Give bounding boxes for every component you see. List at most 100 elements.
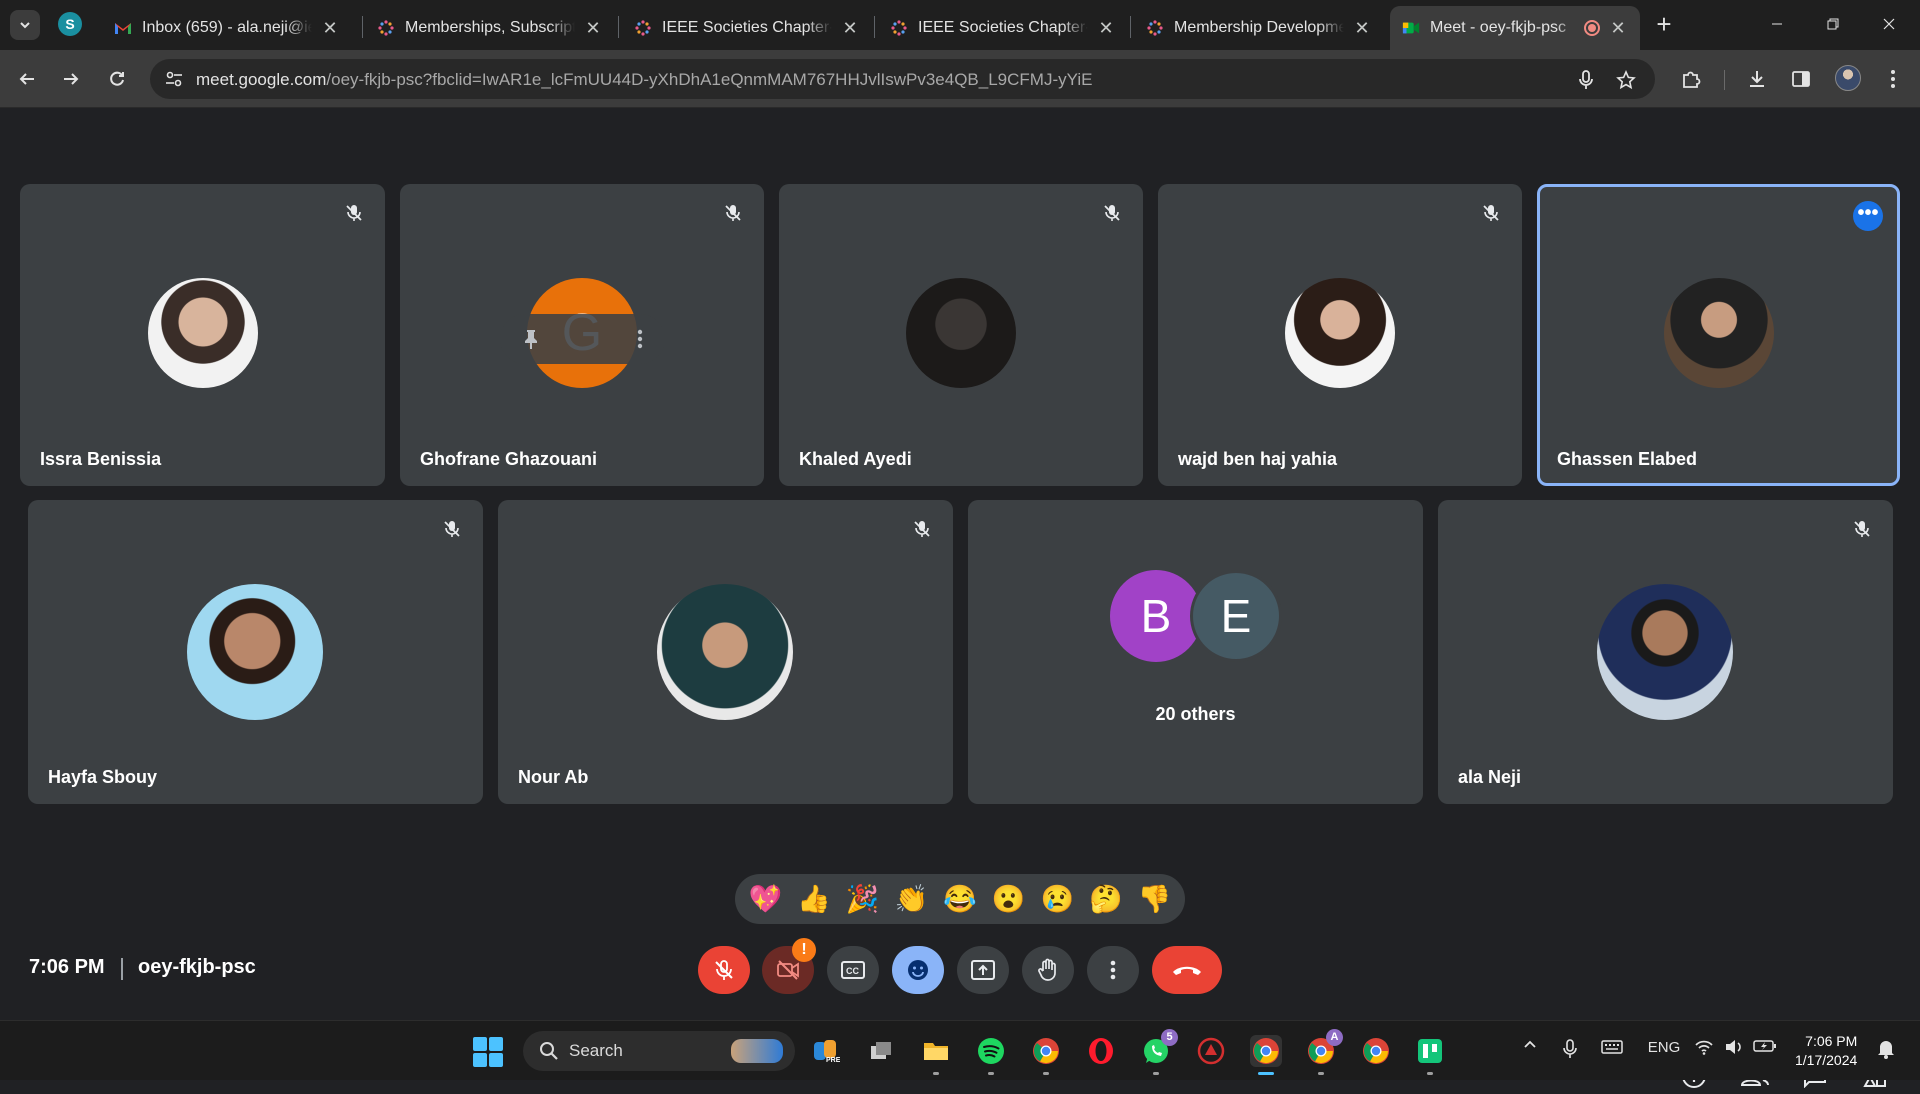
notification-bell-icon[interactable]	[1874, 1039, 1898, 1059]
mic-off-icon	[1476, 198, 1506, 228]
extensions-button[interactable]	[1676, 64, 1706, 94]
keyboard-tray-icon[interactable]	[1600, 1039, 1624, 1055]
info-divider	[121, 958, 123, 980]
camera-toggle-button[interactable]: !	[762, 938, 816, 994]
download-icon	[1750, 71, 1764, 87]
participant-tile[interactable]: ala Neji	[1438, 500, 1893, 804]
system-clock[interactable]: 7:06 PM 1/17/2024	[1795, 1032, 1857, 1070]
close-window-button[interactable]	[1869, 8, 1909, 40]
input-language[interactable]: ENG	[1644, 1039, 1684, 1056]
spotify-icon[interactable]	[975, 1035, 1007, 1075]
reload-icon	[110, 71, 124, 86]
tab-search-button[interactable]	[10, 10, 40, 40]
participant-tile[interactable]: G Ghofrane Ghazouani	[400, 184, 764, 486]
mic-toggle-button[interactable]	[698, 946, 750, 994]
reaction-surprised[interactable]: 😮	[989, 879, 1029, 919]
tab-membership-development[interactable]: Membership Development ✕	[1134, 6, 1384, 50]
side-panel-button[interactable]	[1786, 64, 1816, 94]
mic-off-icon	[907, 514, 937, 544]
windows-start-button[interactable]	[473, 1037, 503, 1067]
reaction-party-popper[interactable]: 🎉	[843, 879, 883, 919]
mic-off-icon	[715, 960, 733, 980]
new-tab-button[interactable]: +	[1650, 10, 1678, 38]
ieee-icon	[890, 19, 908, 37]
volume-icon[interactable]	[1722, 1039, 1746, 1055]
chevron-up-icon	[1524, 1040, 1536, 1048]
reaction-laughing[interactable]: 😂	[940, 879, 980, 919]
participant-tile[interactable]: Issra Benissia	[20, 184, 385, 486]
participant-name: Issra Benissia	[40, 449, 162, 469]
reload-button[interactable]	[102, 64, 132, 94]
url-text[interactable]: meet.google.com/oey-fkjb-psc?fbclid=IwAR…	[196, 70, 1092, 90]
participant-avatar	[906, 278, 1016, 388]
tab-ieee-societies-1[interactable]: IEEE Societies Chapter-Level ✕	[622, 6, 872, 50]
tab-ieee-societies-2[interactable]: IEEE Societies Chapter-Level ✕	[878, 6, 1128, 50]
copilot-app-icon[interactable]: PRE	[810, 1035, 842, 1067]
profile-avatar[interactable]	[1835, 65, 1861, 91]
more-options-icon[interactable]: •••	[1853, 201, 1883, 231]
captions-button[interactable]: CC	[827, 946, 879, 994]
tab-memberships[interactable]: Memberships, Subscriptions ✕	[365, 6, 615, 50]
forward-button[interactable]	[56, 64, 86, 94]
reaction-clapping[interactable]: 👏	[891, 879, 931, 919]
participant-name: Ghofrane Ghazouani	[420, 449, 598, 469]
tile-hover-controls	[500, 314, 665, 364]
close-icon[interactable]: ✕	[1608, 18, 1628, 39]
microphone-tray-icon[interactable]	[1560, 1039, 1580, 1059]
pin-icon[interactable]	[522, 328, 540, 350]
reaction-sparkling-heart[interactable]: 💖	[745, 879, 785, 919]
leave-call-button[interactable]	[1152, 946, 1222, 994]
others-tile[interactable]: B E 20 others	[968, 500, 1423, 804]
chrome-second-profile-icon[interactable]: A	[1305, 1029, 1343, 1075]
chrome-third-profile-icon[interactable]	[1360, 1035, 1392, 1067]
participant-avatar	[1597, 584, 1733, 720]
wifi-icon[interactable]	[1692, 1039, 1716, 1055]
reaction-crying[interactable]: 😢	[1037, 879, 1077, 919]
chrome-active-icon[interactable]	[1250, 1035, 1282, 1075]
close-icon[interactable]: ✕	[1096, 18, 1116, 39]
reaction-thumbs-up[interactable]: 👍	[794, 879, 834, 919]
participant-tile-active[interactable]: ••• Ghassen Elabed	[1537, 184, 1900, 486]
minimize-button[interactable]	[1757, 8, 1797, 40]
trello-app-icon[interactable]	[1414, 1035, 1446, 1075]
tab-title: IEEE Societies Chapter-Level	[918, 19, 1088, 36]
participant-tile[interactable]: Khaled Ayedi	[779, 184, 1143, 486]
opera-icon[interactable]	[1085, 1035, 1117, 1067]
reaction-thinking[interactable]: 🤔	[1086, 879, 1126, 919]
task-view-icon[interactable]	[865, 1035, 897, 1067]
raise-hand-button[interactable]	[1022, 946, 1074, 994]
pinned-tab-icon[interactable]: S	[58, 12, 82, 36]
close-icon[interactable]: ✕	[320, 18, 340, 39]
security-app-icon[interactable]	[1195, 1035, 1227, 1067]
reaction-thumbs-down[interactable]: 👎	[1135, 879, 1175, 919]
site-settings-icon[interactable]	[164, 69, 184, 89]
browser-menu-button[interactable]	[1878, 64, 1908, 94]
downloads-button[interactable]	[1742, 64, 1772, 94]
close-icon[interactable]: ✕	[1352, 18, 1372, 39]
more-vert-icon[interactable]	[637, 329, 643, 349]
back-button[interactable]	[12, 64, 42, 94]
battery-icon[interactable]	[1752, 1039, 1778, 1053]
tab-google-meet[interactable]: Meet - oey-fkjb-psc ✕	[1390, 6, 1640, 50]
participant-tile[interactable]: wajd ben haj yahia	[1158, 184, 1522, 486]
mic-off-icon	[718, 198, 748, 228]
participant-tile[interactable]: Nour Ab	[498, 500, 953, 804]
restore-button[interactable]	[1813, 8, 1853, 40]
file-explorer-icon[interactable]	[920, 1035, 952, 1075]
arrow-right-icon	[64, 73, 79, 85]
tab-divider	[1130, 16, 1131, 38]
taskbar-search[interactable]: Search	[523, 1031, 795, 1071]
present-screen-button[interactable]	[957, 946, 1009, 994]
whatsapp-icon[interactable]: 5	[1140, 1029, 1178, 1075]
participant-tile[interactable]: Hayfa Sbouy	[28, 500, 483, 804]
close-icon[interactable]: ✕	[840, 18, 860, 39]
address-bar[interactable]: meet.google.com/oey-fkjb-psc?fbclid=IwAR…	[150, 59, 1655, 99]
microphone-in-use-icon[interactable]	[1575, 69, 1597, 91]
show-hidden-icons-button[interactable]	[1520, 1039, 1540, 1049]
reactions-button[interactable]	[892, 946, 944, 994]
more-options-button[interactable]	[1087, 946, 1139, 994]
tab-gmail-inbox[interactable]: Inbox (659) - ala.neji@ieee.org ✕	[102, 6, 352, 50]
chrome-profile-icon[interactable]	[1030, 1035, 1062, 1075]
bookmark-star-icon[interactable]	[1615, 69, 1637, 91]
close-icon[interactable]: ✕	[583, 18, 603, 39]
